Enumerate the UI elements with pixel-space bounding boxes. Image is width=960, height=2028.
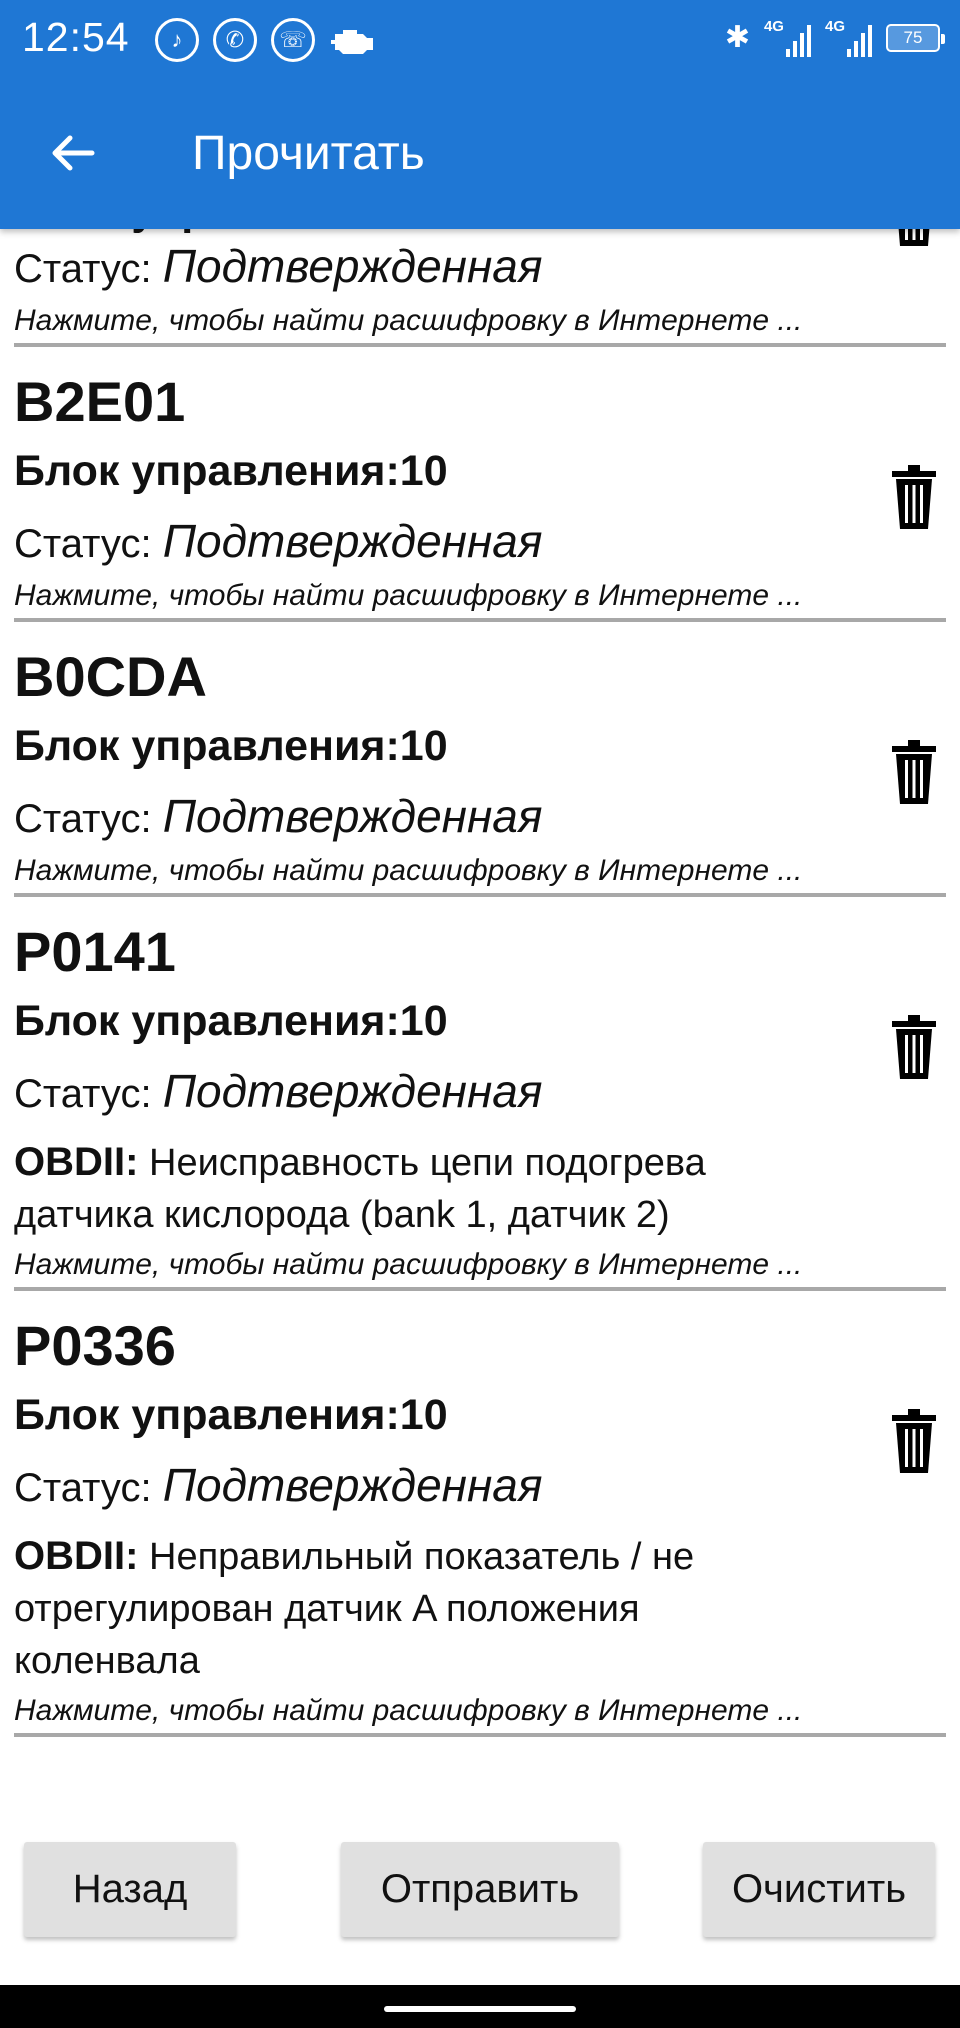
status-value: Подтвержденная xyxy=(162,1459,543,1511)
control-unit: Блок управления:10 xyxy=(14,1391,448,1439)
status-value: Подтвержденная xyxy=(162,790,543,842)
back-button[interactable]: Назад xyxy=(24,1842,236,1937)
system-nav-bar xyxy=(0,1985,960,2028)
system-icons: ✱ 4G 4G 75 xyxy=(724,18,945,57)
status-line: Статус: Подтвержденная xyxy=(14,1459,543,1511)
obd-description: OBDII: Неисправность цепи подогрева датч… xyxy=(14,1136,834,1241)
list-item[interactable]: P0336 Блок управления:10 Статус: Подтвер… xyxy=(0,1313,960,1737)
trash-icon[interactable] xyxy=(890,1409,938,1475)
app-bar: 12:54 ♪ ✆ ☏ ✱ 4G 4G 75 Прочитать xyxy=(0,0,960,229)
signal-2: 4G xyxy=(825,18,872,57)
arrow-left-icon[interactable] xyxy=(48,128,98,178)
error-code: B2E01 xyxy=(14,370,186,433)
error-code: B0CDA xyxy=(14,645,207,708)
trash-icon[interactable] xyxy=(890,465,938,531)
whatsapp-icon: ✆ xyxy=(213,18,257,62)
notification-icons: ♪ ✆ ☏ xyxy=(155,18,379,62)
obd-description: OBDII: Неправильный показатель / не отре… xyxy=(14,1530,834,1687)
control-unit: Блок управления:10 xyxy=(14,997,448,1045)
status-line: Статус: Подтвержденная xyxy=(14,240,543,292)
search-hint[interactable]: Нажмите, чтобы найти расшифровку в Интер… xyxy=(14,576,960,616)
list-item[interactable]: P0141 Блок управления:10 Статус: Подтвер… xyxy=(0,919,960,1291)
divider xyxy=(14,1287,946,1291)
control-unit: Блок управления:10 xyxy=(14,229,960,238)
search-hint[interactable]: Нажмите, чтобы найти расшифровку в Интер… xyxy=(14,301,960,341)
signal-1: 4G xyxy=(764,18,811,57)
viber-icon: ☏ xyxy=(271,18,315,62)
trash-icon[interactable] xyxy=(890,740,938,806)
list-item[interactable]: B0CDA Блок управления:10 Статус: Подтвер… xyxy=(0,644,960,897)
search-hint[interactable]: Нажмите, чтобы найти расшифровку в Интер… xyxy=(14,1691,960,1731)
send-button[interactable]: Отправить xyxy=(341,1842,619,1937)
trash-icon[interactable] xyxy=(890,229,938,248)
search-hint[interactable]: Нажмите, чтобы найти расшифровку в Интер… xyxy=(14,851,960,891)
clear-button[interactable]: Очистить xyxy=(703,1842,935,1937)
divider xyxy=(14,1733,946,1737)
status-line: Статус: Подтвержденная xyxy=(14,790,543,842)
status-time: 12:54 xyxy=(22,14,130,60)
status-line: Статус: Подтвержденная xyxy=(14,515,543,567)
obd-label: OBDII: xyxy=(14,1140,139,1184)
list-item[interactable]: B2E01 Блок управления:10 Статус: Подтвер… xyxy=(0,369,960,622)
engine-check-icon xyxy=(331,30,373,54)
error-list[interactable]: Блок управления:10 Статус: Подтвержденна… xyxy=(0,229,960,1774)
bluetooth-icon: ✱ xyxy=(724,21,750,54)
obd-label: OBDII: xyxy=(14,1534,139,1578)
music-icon: ♪ xyxy=(155,18,199,62)
divider xyxy=(14,343,946,347)
status-line: Статус: Подтвержденная xyxy=(14,1065,543,1117)
status-value: Подтвержденная xyxy=(162,1065,543,1117)
search-hint[interactable]: Нажмите, чтобы найти расшифровку в Интер… xyxy=(14,1245,960,1285)
divider xyxy=(14,893,946,897)
list-item[interactable]: Блок управления:10 Статус: Подтвержденна… xyxy=(0,229,960,347)
home-gesture-handle[interactable] xyxy=(384,2006,576,2012)
page-title: Прочитать xyxy=(192,127,425,180)
battery-level: 75 xyxy=(903,27,923,47)
control-unit: Блок управления:10 xyxy=(14,722,448,770)
error-code: P0141 xyxy=(14,920,176,983)
battery-icon: 75 xyxy=(886,23,945,52)
status-value: Подтвержденная xyxy=(162,240,543,292)
control-unit: Блок управления:10 xyxy=(14,447,448,495)
divider xyxy=(14,618,946,622)
trash-icon[interactable] xyxy=(890,1015,938,1081)
error-code: P0336 xyxy=(14,1314,176,1377)
status-value: Подтвержденная xyxy=(162,515,543,567)
